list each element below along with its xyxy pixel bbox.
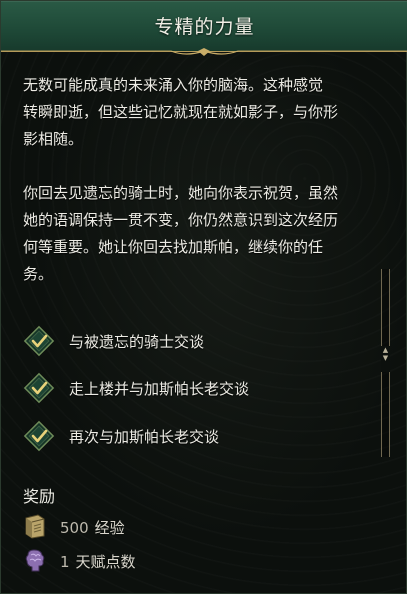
story-line-5: 她的语调保持一贯不变，你仍然意识到这次经历 — [23, 211, 339, 229]
story-line-6: 何等重要。她让你回去找加斯帕，继续你的任 — [23, 238, 324, 256]
reward-label: 经验 — [94, 519, 125, 537]
reward-amount: 500 — [60, 519, 89, 537]
checkmark-icon — [23, 325, 55, 357]
title-bar: 专精的力量 — [1, 1, 407, 52]
story-line-3: 影相随。 — [23, 130, 84, 148]
quest-panel: 专精的力量 无数可能成真的未来涌入你的脑海。这种感觉 转瞬即逝，但这些记忆就现在… — [0, 0, 407, 594]
experience-book-icon — [25, 514, 45, 539]
story-line-1: 无数可能成真的未来涌入你的脑海。这种感觉 — [23, 76, 324, 94]
reward-amount: 1 — [60, 553, 70, 571]
story-line-4: 你回去见遗忘的骑士时，她向你表示祝贺，虽然 — [23, 184, 339, 202]
scroll-handle-icon[interactable]: ▲ ▼ — [381, 346, 390, 372]
quest-title: 专精的力量 — [154, 16, 255, 38]
objective-label: 与被遗忘的骑士交谈 — [69, 333, 205, 351]
objective-label: 走上楼并与加斯帕长老交谈 — [69, 380, 250, 398]
objective-label: 再次与加斯帕长老交谈 — [69, 428, 220, 446]
reward-label: 天赋点数 — [75, 553, 136, 571]
rewards-heading: 奖励 — [23, 487, 56, 506]
title-ornament-icon — [1, 48, 407, 56]
story-line-7: 务。 — [23, 265, 54, 283]
checkmark-icon — [23, 420, 55, 452]
checkmark-icon — [23, 372, 55, 404]
talent-brain-icon — [25, 549, 45, 572]
story-line-2: 转瞬即逝，但这些记忆就现在就如影子，与你形 — [23, 103, 339, 121]
